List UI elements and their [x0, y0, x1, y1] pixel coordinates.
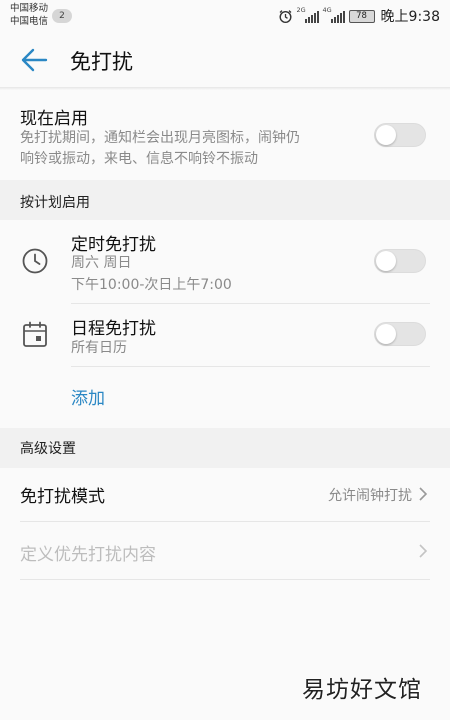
- schedule-section-header: 按计划启用: [0, 180, 450, 220]
- now-enabled-desc-line1: 免打扰期间，通知栏会出现月亮图标，闹钟仍: [20, 130, 300, 146]
- timed-dnd-toggle[interactable]: [374, 249, 426, 273]
- signal-icon: 4G: [322, 6, 345, 23]
- calendar-dnd-toggle[interactable]: [374, 322, 426, 346]
- page-title: 免打扰: [70, 50, 133, 74]
- chevron-right-icon: [419, 487, 428, 501]
- chevron-right-icon: [419, 544, 428, 558]
- timed-dnd-row[interactable]: 定时免打扰 周六 周日 下午10:00-次日上午7:00: [0, 220, 450, 303]
- priority-content-row[interactable]: 定义优先打扰内容: [0, 522, 450, 579]
- network-type-1: 2G: [296, 6, 306, 14]
- calendar-dnd-title: 日程免打扰: [71, 319, 156, 339]
- dnd-mode-value: 允许闹钟打扰: [328, 488, 412, 504]
- now-enabled-title: 现在启用: [20, 109, 88, 129]
- carrier-2: 中国电信: [10, 16, 49, 27]
- app-bar: 免打扰: [0, 32, 450, 88]
- calendar-dnd-row[interactable]: 日程免打扰 所有日历: [0, 304, 450, 366]
- now-enabled-row[interactable]: 现在启用 免打扰期间，通知栏会出现月亮图标，闹钟仍 响铃或振动，来电、信息不响铃…: [0, 90, 450, 180]
- toggle-knob: [376, 125, 396, 145]
- signal-icon: 2G: [296, 6, 319, 23]
- dnd-mode-title: 免打扰模式: [20, 487, 105, 507]
- sim-badge: 2: [52, 9, 72, 23]
- clock-icon: [22, 248, 48, 274]
- timed-dnd-days: 周六 周日: [71, 255, 132, 271]
- carrier-1: 中国移动: [10, 3, 49, 14]
- watermark-text: 易坊好文馆: [302, 677, 422, 703]
- back-button[interactable]: [14, 44, 54, 76]
- status-time: 晚上9:38: [380, 9, 440, 25]
- advanced-section-header: 高级设置: [0, 428, 450, 468]
- battery-icon: 78: [348, 9, 375, 23]
- row-divider: [20, 579, 430, 580]
- status-icons: 2G 4G 78 晚上9:38: [278, 6, 440, 26]
- status-bar: 中国移动 中国电信 2 2G 4G 78 晚上9:38: [0, 0, 450, 32]
- toggle-knob: [376, 251, 396, 271]
- add-schedule-button[interactable]: 添加: [71, 384, 105, 409]
- priority-content-title: 定义优先打扰内容: [20, 545, 156, 565]
- now-enabled-desc-line2: 响铃或振动，来电、信息不响铃不振动: [20, 151, 258, 167]
- carrier-labels: 中国移动 中国电信: [10, 2, 48, 28]
- timed-dnd-time-range: 下午10:00-次日上午7:00: [71, 277, 232, 293]
- alarm-icon: [279, 9, 292, 23]
- now-enabled-toggle[interactable]: [374, 123, 426, 147]
- timed-dnd-title: 定时免打扰: [71, 235, 156, 255]
- network-type-2: 4G: [322, 6, 332, 14]
- calendar-dnd-subtitle: 所有日历: [71, 340, 127, 356]
- calendar-icon: [23, 321, 47, 347]
- toggle-knob: [376, 324, 396, 344]
- dnd-mode-row[interactable]: 免打扰模式 允许闹钟打扰: [0, 468, 450, 521]
- arrow-left-icon: [21, 48, 48, 72]
- row-divider: [71, 366, 430, 367]
